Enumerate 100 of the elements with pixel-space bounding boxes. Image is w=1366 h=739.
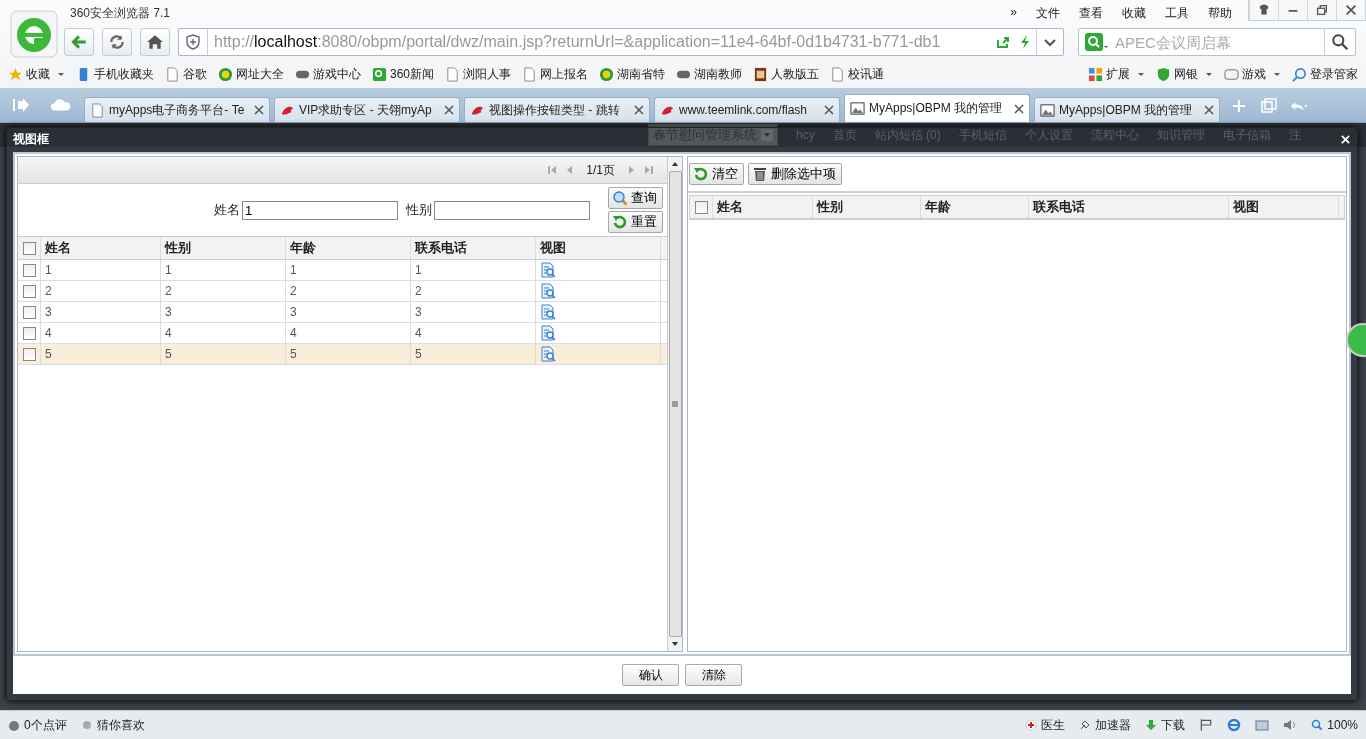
- toolbar-button[interactable]: 重置: [608, 211, 663, 233]
- document-magnifier-icon[interactable]: [540, 346, 556, 362]
- status-item[interactable]: 猜你喜欢: [80, 716, 145, 734]
- filter-field[interactable]: [434, 200, 590, 220]
- table-cell: 3: [45, 305, 52, 319]
- row-checkbox[interactable]: [23, 326, 36, 340]
- close-tab-icon[interactable]: [634, 105, 644, 115]
- refresh-icon[interactable]: [108, 33, 126, 51]
- menu-item[interactable]: 帮助: [1208, 4, 1232, 22]
- first-page-icon[interactable]: [546, 164, 559, 176]
- dialog-button[interactable]: 确认: [622, 664, 679, 686]
- arrow-left-icon[interactable]: [70, 33, 88, 51]
- dot-icon: [8, 719, 20, 731]
- highlighted-row[interactable]: 5 5 5 5: [18, 344, 667, 365]
- flag-icon[interactable]: [1199, 718, 1214, 732]
- toolbar-item[interactable]: 网银: [1156, 65, 1213, 83]
- table-row[interactable]: 1 1 1 1: [18, 260, 667, 281]
- home-icon[interactable]: [146, 33, 164, 51]
- search-engine-icon[interactable]: [1085, 33, 1109, 51]
- trash-icon[interactable]: [752, 166, 768, 182]
- browser-tab[interactable]: www.teemlink.com/flash: [654, 97, 840, 122]
- table-row[interactable]: 3 3 3 3: [18, 302, 667, 323]
- bookmark-item[interactable]: 网上报名: [522, 65, 589, 83]
- close-tab-icon[interactable]: [1204, 105, 1214, 115]
- browser-tab[interactable]: MyApps|OBPM 我的管理: [1034, 97, 1220, 122]
- volume-icon[interactable]: [1283, 718, 1298, 732]
- toolbar-item[interactable]: 登录管家: [1292, 65, 1358, 83]
- sidebar-toggle-icon[interactable]: [10, 97, 32, 113]
- share-icon[interactable]: [995, 34, 1011, 50]
- caret-icon[interactable]: [57, 70, 65, 78]
- address-bar[interactable]: http://localhost:8080/obpm/portal/dwz/main.jsp?returnUrl=&application=11e4-64bf-0d1b4731-b771-db1: [178, 28, 1064, 56]
- row-checkbox[interactable]: [23, 347, 36, 361]
- menu-item[interactable]: 文件: [1036, 4, 1060, 22]
- menu-item[interactable]: 查看: [1079, 4, 1103, 22]
- browser-logo-icon: [10, 10, 58, 58]
- status-item[interactable]: 下载: [1145, 716, 1186, 734]
- grid-icon: [1088, 66, 1103, 82]
- bookmark-item[interactable]: 人教版五: [753, 65, 820, 83]
- toolbar-button[interactable]: 删除选中项: [748, 163, 842, 185]
- scroll-up-icon[interactable]: [671, 160, 679, 168]
- menu-item[interactable]: »: [1010, 4, 1017, 22]
- status-item[interactable]: 医生: [1025, 716, 1066, 734]
- bookmark-item[interactable]: 360新闻: [372, 65, 435, 83]
- column-header: 视图: [1229, 196, 1339, 218]
- browser-tab[interactable]: MyApps|OBPM 我的管理: [844, 94, 1030, 122]
- menu-item[interactable]: 工具: [1165, 4, 1189, 22]
- page-icon: [165, 66, 180, 82]
- refresh-button[interactable]: [102, 28, 132, 56]
- menu-item[interactable]: 收藏: [1122, 4, 1146, 22]
- row-checkbox[interactable]: [23, 284, 36, 298]
- bookmark-item[interactable]: 游戏中心: [295, 65, 361, 83]
- toolbar-item[interactable]: 扩展: [1088, 65, 1145, 83]
- document-magnifier-icon[interactable]: [540, 262, 556, 278]
- table-cell: 3: [415, 305, 422, 319]
- caret-icon[interactable]: [1205, 70, 1213, 78]
- close-tab-icon[interactable]: [254, 105, 264, 115]
- select-all-checkbox[interactable]: [23, 241, 36, 255]
- document-magnifier-icon[interactable]: [540, 283, 556, 299]
- browser-tab[interactable]: 视图操作按钮类型 - 跳转: [464, 97, 650, 122]
- bookmark-item[interactable]: 湖南省特: [599, 65, 666, 83]
- search-icon[interactable]: [1331, 33, 1349, 51]
- refresh-icon[interactable]: [693, 166, 709, 182]
- back-button[interactable]: [64, 28, 94, 56]
- home-button[interactable]: [140, 28, 170, 56]
- round-logo-icon: [599, 66, 615, 82]
- document-magnifier-icon[interactable]: [540, 325, 556, 341]
- last-page-icon[interactable]: [643, 164, 655, 176]
- bookmark-item[interactable]: 网址大全: [218, 65, 284, 83]
- browser-tab[interactable]: myApps电子商务平台- Te: [84, 97, 270, 122]
- bookmark-item[interactable]: 校讯通: [830, 65, 885, 83]
- search-bar[interactable]: APEC会议周启幕: [1078, 28, 1356, 56]
- caret-icon[interactable]: [1273, 70, 1281, 78]
- zoom-level[interactable]: 100%: [1311, 718, 1358, 732]
- row-checkbox[interactable]: [23, 263, 36, 277]
- column-header: 年龄: [921, 196, 1029, 218]
- dialog-button[interactable]: 清除: [685, 664, 742, 686]
- close-tab-icon[interactable]: [444, 105, 454, 115]
- table-row[interactable]: 2 2 2 2: [18, 281, 667, 302]
- select-all-checkbox[interactable]: [695, 200, 708, 214]
- filter-field[interactable]: 1: [242, 200, 398, 220]
- bookmark-item[interactable]: 谷歌: [165, 65, 207, 83]
- bookmark-item[interactable]: 手机收藏夹: [76, 65, 154, 83]
- window-icon[interactable]: [1255, 718, 1270, 732]
- status-item[interactable]: 0个点评: [8, 716, 67, 734]
- status-item[interactable]: 加速器: [1079, 716, 1132, 734]
- bookmark-item[interactable]: 收藏: [8, 65, 65, 83]
- browser-tab[interactable]: VIP求助专区 - 天翎myAp: [274, 97, 460, 122]
- bookmark-item[interactable]: 湖南教师: [676, 65, 743, 83]
- document-magnifier-icon[interactable]: [540, 304, 556, 320]
- star-icon: [8, 66, 23, 82]
- bookmark-item[interactable]: 浏阳人事: [445, 65, 512, 83]
- toolbar-button[interactable]: 查询: [608, 187, 663, 209]
- refresh-icon[interactable]: [612, 214, 628, 230]
- close-tab-icon[interactable]: [824, 105, 834, 115]
- toolbar-item[interactable]: 游戏: [1224, 65, 1281, 83]
- scroll-down-icon[interactable]: [671, 640, 679, 648]
- toolbar-button[interactable]: 清空: [689, 163, 744, 185]
- caret-icon[interactable]: [1137, 70, 1145, 78]
- close-tab-icon[interactable]: [1014, 103, 1024, 114]
- row-checkbox[interactable]: [23, 305, 36, 319]
